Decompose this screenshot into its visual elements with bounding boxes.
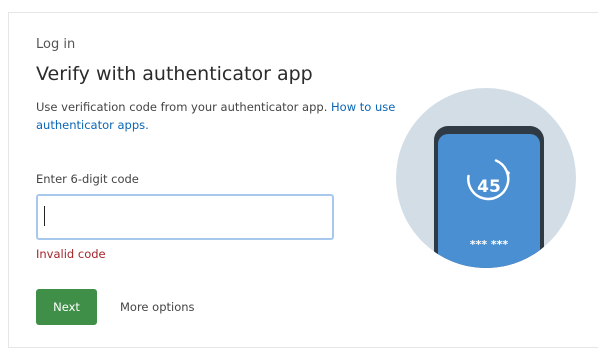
description: Use verification code from your authenti…	[36, 98, 396, 134]
timer-dot	[506, 171, 510, 175]
description-text: Use verification code from your authenti…	[36, 100, 328, 114]
timer-value: 45	[477, 177, 501, 197]
code-field-label: Enter 6-digit code	[36, 172, 139, 186]
more-options-link[interactable]: More options	[120, 299, 195, 315]
phone-notch	[470, 126, 508, 132]
page-title: Verify with authenticator app	[36, 63, 313, 85]
authenticator-illustration: 45 *** ***	[396, 88, 576, 268]
error-message: Invalid code	[36, 247, 106, 261]
code-input[interactable]	[36, 194, 334, 240]
next-button[interactable]: Next	[36, 289, 97, 325]
text-caret	[44, 206, 45, 226]
page-eyebrow: Log in	[36, 37, 76, 52]
masked-code: *** ***	[470, 238, 509, 251]
